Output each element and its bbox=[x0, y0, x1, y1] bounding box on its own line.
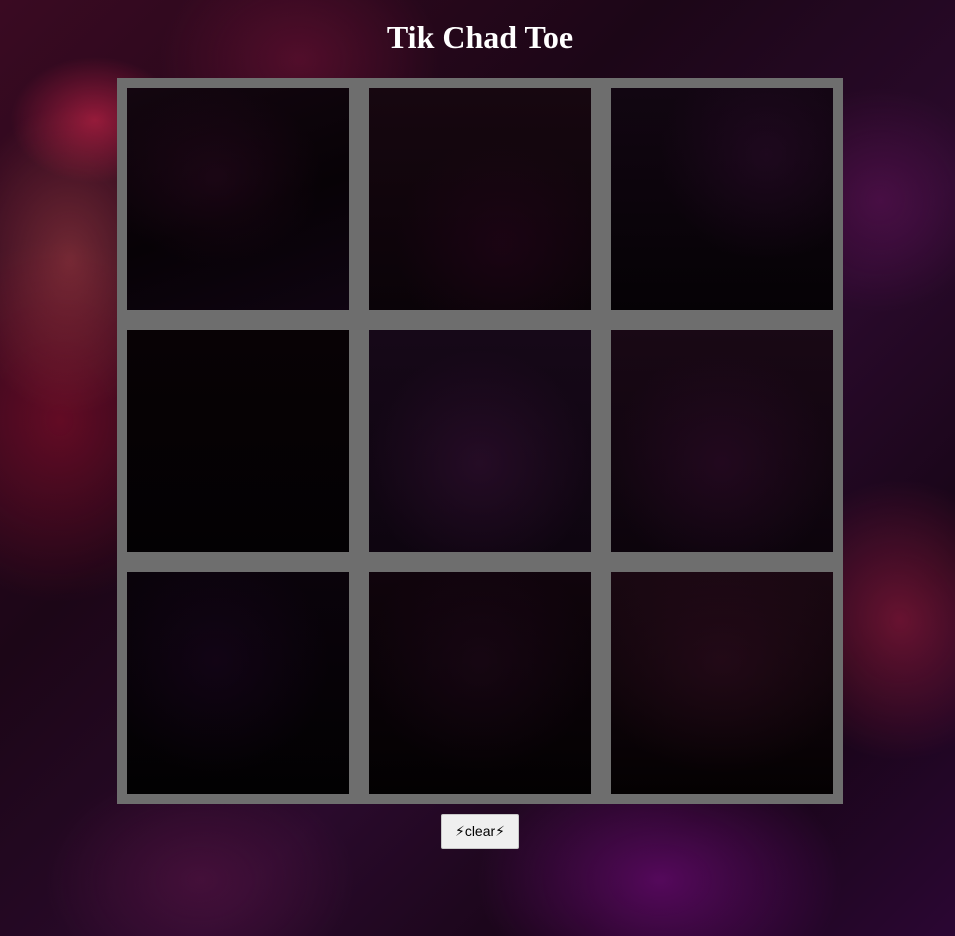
board-cell-9[interactable] bbox=[611, 572, 833, 794]
board-cell-6[interactable] bbox=[611, 330, 833, 552]
board-cell-1[interactable] bbox=[127, 88, 349, 310]
board-cell-5[interactable] bbox=[369, 330, 591, 552]
page-title: Tik Chad Toe bbox=[386, 19, 574, 55]
board-cell-2[interactable] bbox=[369, 88, 591, 310]
board-cell-3[interactable] bbox=[611, 88, 833, 310]
board-cell-8[interactable] bbox=[369, 572, 591, 794]
clear-button[interactable]: ⚡clear⚡ bbox=[441, 814, 519, 849]
board-cell-7[interactable] bbox=[127, 572, 349, 794]
board-cell-4[interactable] bbox=[127, 330, 349, 552]
game-board bbox=[117, 78, 843, 804]
